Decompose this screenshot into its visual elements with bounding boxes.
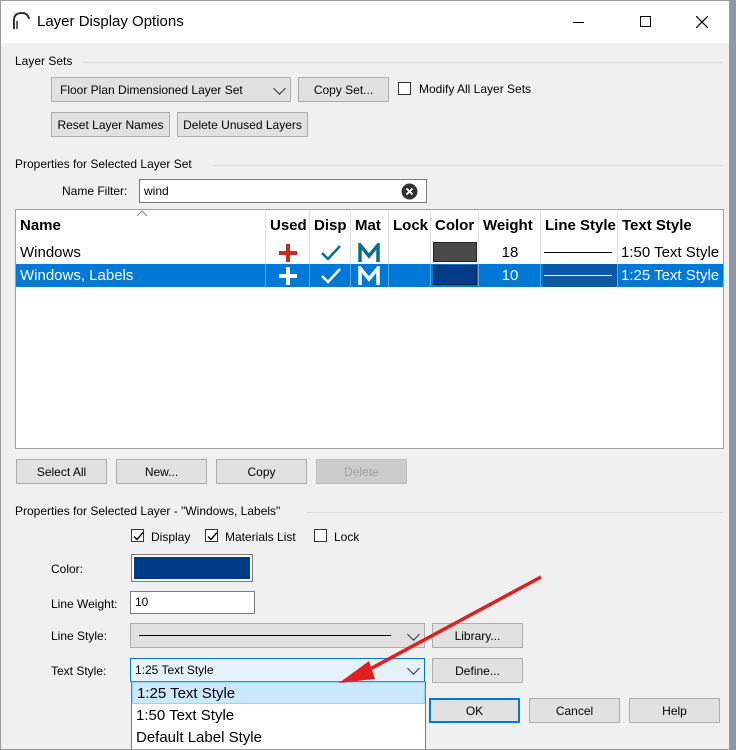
materials-list-checkbox[interactable] [205,529,218,542]
color-picker-button[interactable] [131,554,253,582]
layer-properties-group-label: Properties for Selected Layer - "Windows… [15,504,281,518]
divider [430,264,431,287]
line-weight-label: Line Weight: [51,597,118,611]
column-header-color[interactable]: Color [431,210,479,240]
reset-layer-names-button[interactable]: Reset Layer Names [51,112,170,137]
used-plus-icon[interactable] [278,243,298,263]
materials-list-label: Materials List [225,530,296,544]
row-color-swatch[interactable] [433,242,477,262]
column-header-text-style[interactable]: Text Style [618,210,723,240]
window-title: Layer Display Options [37,13,184,30]
row-text-style: 1:25 Text Style [621,267,720,284]
cancel-button[interactable]: Cancel [529,698,620,723]
display-checkbox[interactable] [131,529,144,542]
column-header-line-style[interactable]: Line Style [541,210,618,240]
display-label: Display [151,530,191,544]
column-header-name[interactable]: Name [16,210,266,240]
row-line-style-sample [544,275,612,276]
app-arch-icon [13,11,30,29]
row-color-swatch[interactable] [433,265,477,285]
name-filter-label: Name Filter: [62,184,128,198]
new-layer-button[interactable]: New... [116,459,207,484]
display-check-icon[interactable] [320,244,342,262]
column-header-mat[interactable]: Mat [351,210,389,240]
row-name: Windows, Labels [20,267,134,284]
table-row[interactable]: Windows, Labels 10 1:25 Text Style [16,264,723,287]
row-weight: 10 [501,267,519,284]
column-header-weight[interactable]: Weight [479,210,541,240]
name-filter-input[interactable]: wind [139,179,427,203]
chevron-down-icon [273,82,286,95]
divider [265,264,266,287]
minimize-icon [573,22,584,23]
annotation-arrow [339,575,542,683]
layer-display-options-dialog: Layer Display Options Layer Sets Floor P… [0,0,730,750]
maximize-icon [640,16,651,27]
divider [350,264,351,287]
row-weight: 18 [501,244,519,261]
checkmark-icon [133,532,144,541]
layer-sets-group-label: Layer Sets [15,54,73,68]
dropdown-option[interactable]: 1:50 Text Style [132,705,425,727]
row-name: Windows [20,244,81,261]
text-style-dropdown-list[interactable]: 1:25 Text Style 1:50 Text Style Default … [131,681,426,749]
dropdown-option[interactable]: Default Label Style [132,727,425,749]
layer-set-select-value: Floor Plan Dimensioned Layer Set [60,83,243,97]
used-plus-icon[interactable] [278,266,298,286]
column-header-lock[interactable]: Lock [389,210,431,240]
line-weight-input[interactable]: 10 [130,591,255,614]
divider [213,165,723,166]
divider [83,62,723,63]
divider [307,512,723,513]
text-style-value: 1:25 Text Style [135,663,214,677]
color-label: Color: [51,562,84,576]
line-style-label: Line Style: [51,629,108,643]
close-icon [696,16,708,28]
table-row[interactable]: Windows 18 1:50 Text Style [16,241,723,264]
column-header-used[interactable]: Used [266,210,310,240]
close-button[interactable] [679,7,725,37]
materials-m-icon[interactable] [358,243,380,263]
minimize-button[interactable] [555,7,601,37]
divider [617,264,618,287]
modify-all-checkbox[interactable] [398,82,411,95]
row-text-style: 1:50 Text Style [621,244,720,261]
delete-unused-layers-button[interactable]: Delete Unused Layers [177,112,308,137]
display-check-icon[interactable] [320,267,342,285]
delete-layer-button[interactable]: Delete [316,459,407,484]
checkmark-icon [207,532,218,541]
title-bar: Layer Display Options [1,1,729,43]
name-filter-value: wind [144,184,169,198]
modify-all-label: Modify All Layer Sets [419,82,532,96]
ok-button[interactable]: OK [429,698,520,723]
select-all-button[interactable]: Select All [16,459,107,484]
copy-layer-button[interactable]: Copy [216,459,307,484]
layer-list[interactable]: Name Used Disp Mat Lock Color Weight Lin… [15,209,724,449]
line-weight-value: 10 [135,595,149,609]
color-swatch [134,557,250,579]
divider [388,264,389,287]
text-style-label: Text Style: [51,664,107,678]
copy-set-button[interactable]: Copy Set... [298,77,389,102]
row-line-style-sample [544,252,612,253]
lock-checkbox[interactable] [314,529,327,542]
set-properties-group-label: Properties for Selected Layer Set [15,157,192,171]
materials-m-icon[interactable] [358,266,380,286]
maximize-button[interactable] [623,7,669,37]
lock-label: Lock [334,530,360,544]
help-button[interactable]: Help [629,698,720,723]
layer-set-select[interactable]: Floor Plan Dimensioned Layer Set [51,77,291,102]
divider [309,264,310,287]
clear-filter-icon[interactable] [401,183,418,200]
column-header-disp[interactable]: Disp [310,210,351,240]
